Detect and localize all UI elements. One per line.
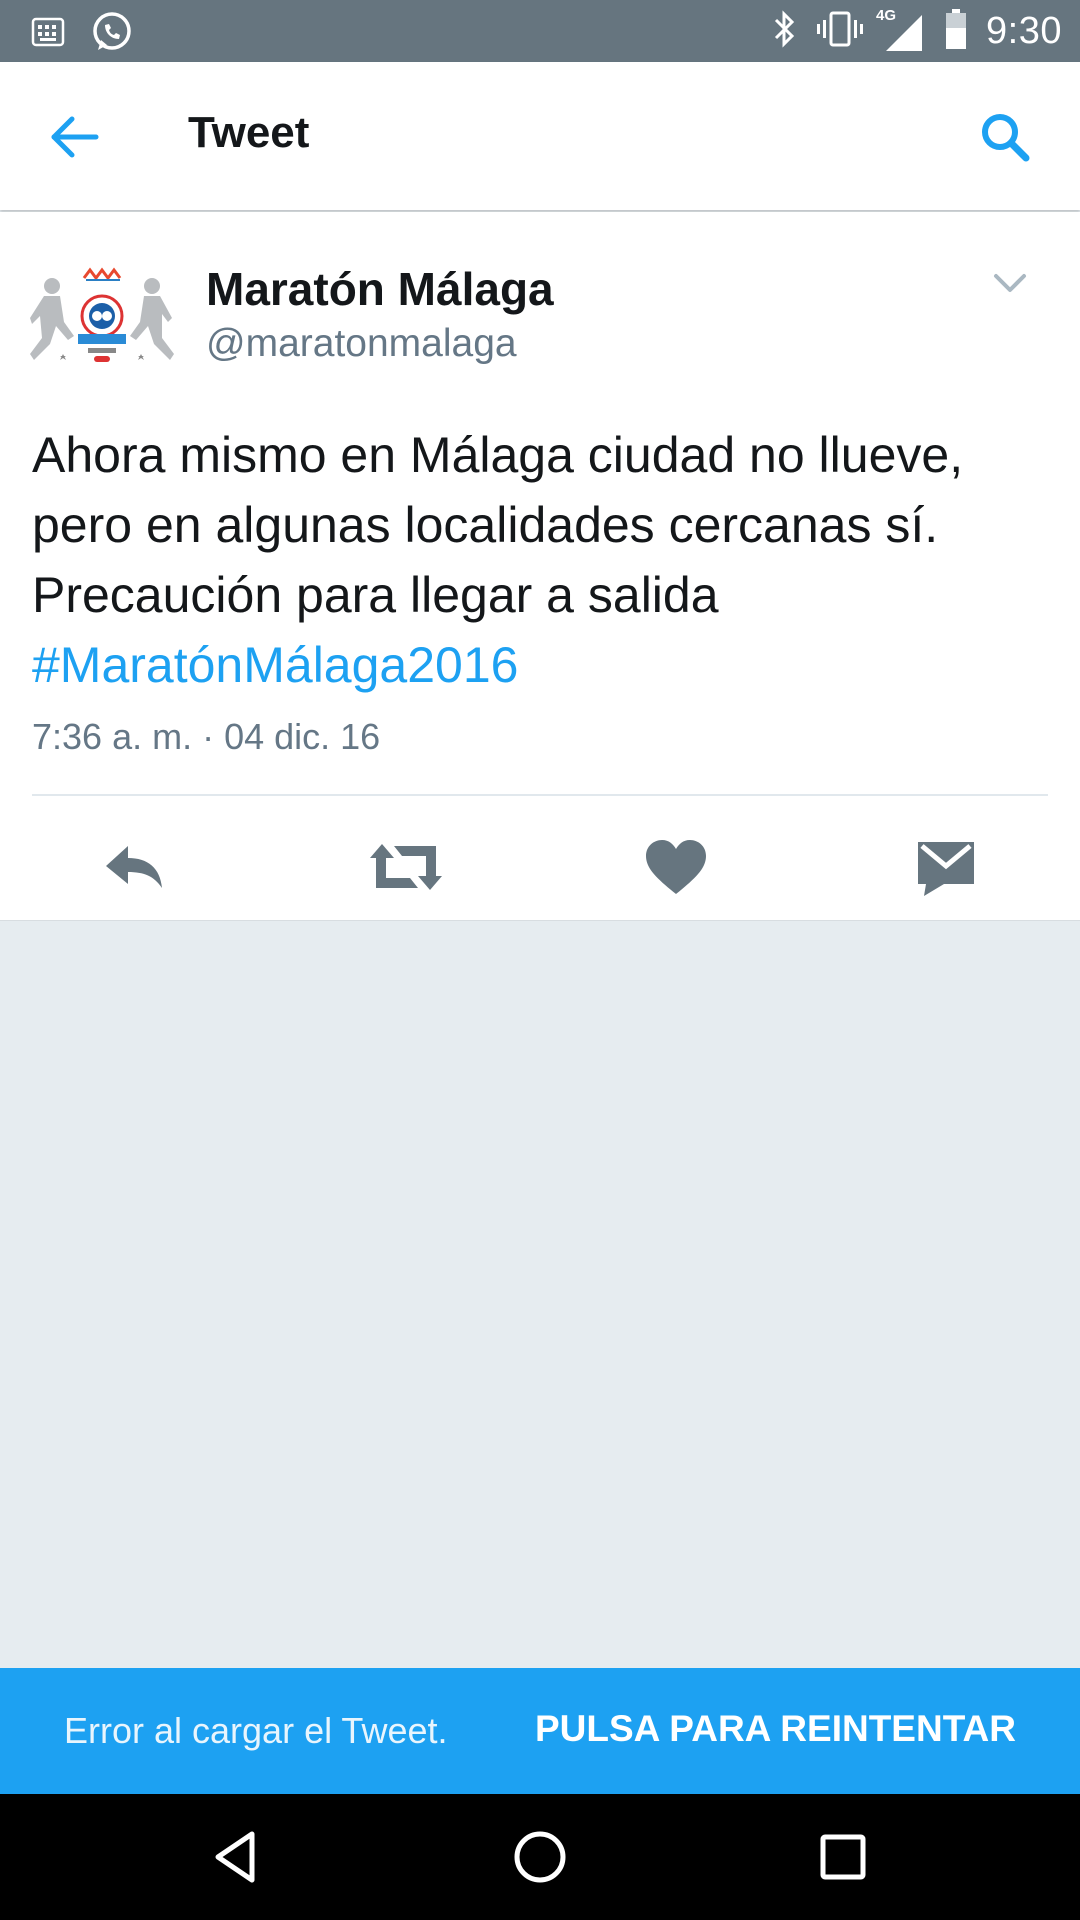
divider: [32, 794, 1048, 796]
nav-home-button[interactable]: [507, 1824, 573, 1890]
app-toolbar: Tweet: [0, 62, 1080, 210]
maraton-logo-avatar: [30, 264, 174, 386]
circle-home-icon: [514, 1831, 566, 1883]
tweet-text: Ahora mismo en Málaga ciudad no llueve, …: [32, 420, 1052, 700]
clock: 9:30: [986, 9, 1062, 52]
chevron-down-icon: [994, 274, 1026, 292]
status-bar: 4G 9:30: [0, 0, 1080, 62]
snackbar-message: Error al cargar el Tweet.: [64, 1710, 448, 1751]
tweet-card: Maratón Málaga @maratonmalaga Ahora mism…: [0, 212, 1080, 921]
tweet-body: Ahora mismo en Málaga ciudad no llueve, …: [32, 427, 964, 623]
direct-message-button[interactable]: [906, 832, 986, 902]
retweet-button[interactable]: [366, 832, 446, 902]
nav-back-button[interactable]: [204, 1824, 270, 1890]
page-title: Tweet: [188, 108, 310, 157]
back-button[interactable]: [40, 102, 110, 172]
nav-recents-button[interactable]: [810, 1824, 876, 1890]
hashtag-link[interactable]: #MaratónMálaga2016: [32, 630, 1052, 700]
tweet-actions: [0, 832, 1080, 912]
search-icon: [982, 114, 1030, 162]
tweet-timestamp: 7:36 a. m. · 04 dic. 16: [32, 716, 381, 757]
error-snackbar: Error al cargar el Tweet. PULSA PARA REI…: [0, 1668, 1080, 1794]
square-recents-icon: [820, 1834, 866, 1880]
reply-icon: [106, 846, 162, 888]
tweet-options-button[interactable]: [990, 268, 1030, 298]
arrow-left-icon: [51, 116, 99, 158]
like-button[interactable]: [636, 832, 716, 902]
retry-button[interactable]: PULSA PARA REINTENTAR: [535, 1708, 1016, 1750]
vibrate-icon: [816, 9, 864, 54]
retweet-icon: [370, 844, 442, 890]
bluetooth-icon: [772, 9, 798, 54]
triangle-back-icon: [215, 1831, 255, 1883]
author-handle[interactable]: @maratonmalaga: [206, 322, 517, 366]
whatsapp-icon: [90, 10, 134, 59]
reply-button[interactable]: [96, 832, 176, 902]
system-nav-bar: [0, 1794, 1080, 1920]
keyboard-icon: [30, 14, 66, 55]
battery-icon: [944, 8, 968, 55]
avatar[interactable]: [30, 264, 174, 386]
message-icon: [918, 842, 974, 896]
network-type-label: 4G: [876, 7, 897, 24]
signal-icon: 4G: [876, 7, 926, 53]
search-button[interactable]: [970, 102, 1040, 172]
author-name[interactable]: Maratón Málaga: [206, 262, 554, 316]
heart-icon: [646, 840, 706, 894]
